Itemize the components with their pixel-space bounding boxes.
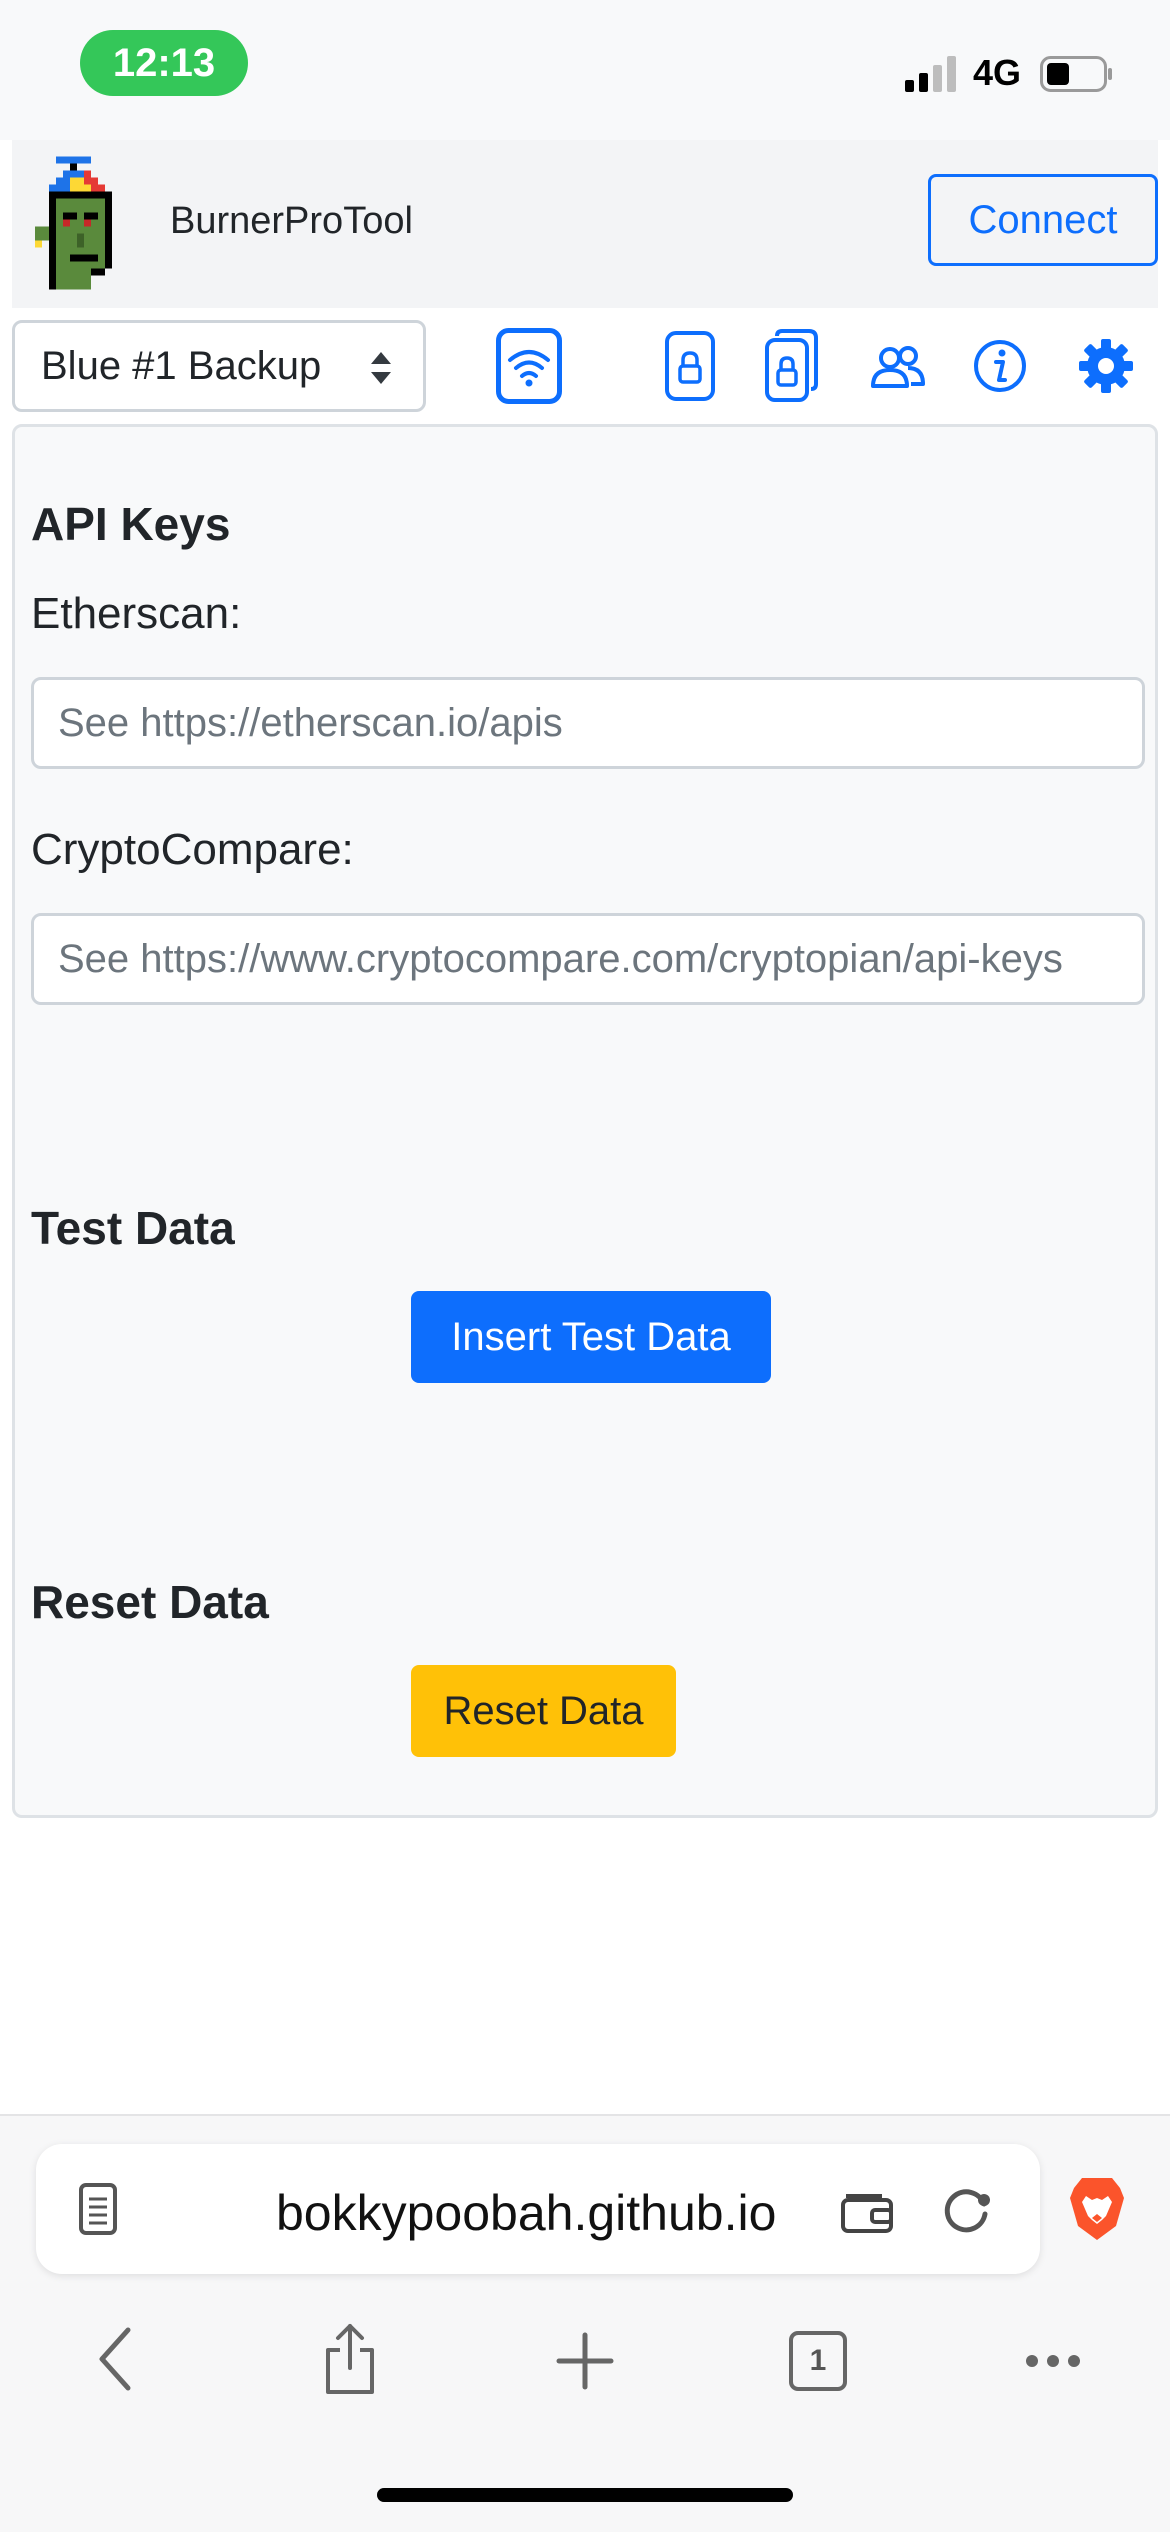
lock-icon[interactable] bbox=[664, 328, 716, 404]
reader-icon[interactable] bbox=[78, 2182, 118, 2236]
url-text[interactable]: bokkypoobah.github.io bbox=[276, 2184, 776, 2242]
brave-lion-icon[interactable] bbox=[1068, 2174, 1126, 2242]
reset-data-title: Reset Data bbox=[31, 1576, 269, 1628]
wifi-icon[interactable] bbox=[496, 328, 562, 404]
info-icon[interactable] bbox=[972, 328, 1028, 404]
etherscan-api-key-input[interactable] bbox=[31, 677, 1145, 769]
connect-button[interactable]: Connect bbox=[928, 174, 1158, 266]
network-label: 4G bbox=[973, 52, 1022, 93]
home-indicator bbox=[377, 2488, 793, 2502]
back-icon[interactable] bbox=[92, 2326, 142, 2392]
cryptocompare-api-key-input[interactable] bbox=[31, 913, 1145, 1005]
signal-icon bbox=[905, 56, 956, 92]
tabs-icon[interactable]: 1 bbox=[788, 2330, 848, 2392]
wallet-icon[interactable] bbox=[840, 2188, 894, 2234]
api-keys-title: API Keys bbox=[31, 498, 231, 550]
app-header: BurnerProTool Connect bbox=[12, 140, 1158, 308]
browser-chrome: bokkypoobah.github.io 1 bbox=[0, 2114, 1170, 2532]
settings-card: API Keys Etherscan: CryptoCompare: Test … bbox=[12, 424, 1158, 1818]
app-name: BurnerProTool bbox=[170, 200, 413, 242]
insert-test-data-button[interactable]: Insert Test Data bbox=[411, 1291, 771, 1383]
people-icon[interactable] bbox=[870, 328, 926, 404]
etherscan-label: Etherscan: bbox=[31, 589, 242, 638]
multi-lock-icon[interactable] bbox=[764, 328, 820, 404]
battery-icon bbox=[1040, 56, 1112, 92]
test-data-title: Test Data bbox=[31, 1202, 235, 1254]
status-time: 12:13 bbox=[80, 30, 248, 96]
tab-count: 1 bbox=[809, 2344, 827, 2377]
pixel-avatar-logo[interactable] bbox=[28, 156, 140, 290]
url-bar[interactable]: bokkypoobah.github.io bbox=[36, 2144, 1040, 2274]
status-bar: 12:13 4G bbox=[0, 0, 1170, 140]
account-select-value: Blue #1 Backup bbox=[41, 343, 322, 388]
cryptocompare-label: CryptoCompare: bbox=[31, 825, 354, 874]
select-caret-icon bbox=[371, 352, 391, 384]
reload-icon[interactable] bbox=[940, 2184, 992, 2236]
share-icon[interactable] bbox=[322, 2322, 378, 2396]
account-select[interactable]: Blue #1 Backup bbox=[12, 320, 426, 412]
new-tab-icon[interactable] bbox=[556, 2332, 614, 2390]
reset-data-button[interactable]: Reset Data bbox=[411, 1665, 676, 1757]
more-icon[interactable] bbox=[1024, 2352, 1082, 2370]
gear-icon[interactable] bbox=[1078, 328, 1134, 404]
